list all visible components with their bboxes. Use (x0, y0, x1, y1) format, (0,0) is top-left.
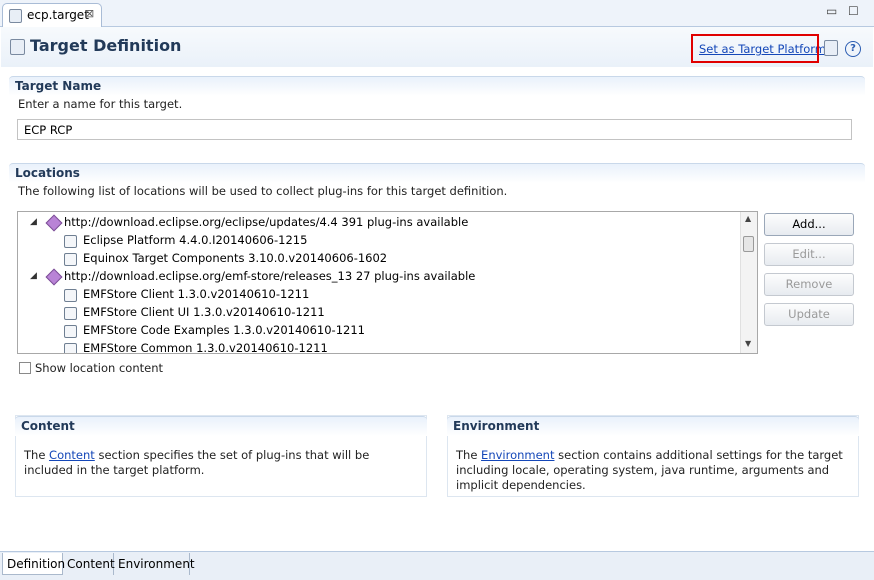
tree-row[interactable]: Equinox Target Components 3.10.0.v201406… (83, 249, 387, 267)
locations-tree[interactable]: ◢ http://download.eclipse.org/eclipse/up… (17, 211, 758, 354)
collapse-arrow-icon[interactable]: ◢ (30, 271, 37, 281)
update-button[interactable]: Update (764, 303, 854, 326)
locations-description: The following list of locations will be … (18, 184, 508, 198)
edit-button[interactable]: Edit... (764, 243, 854, 266)
target-name-section-heading: Target Name (9, 76, 865, 96)
plugin-icon (64, 253, 77, 266)
target-file-icon (9, 9, 22, 23)
plugin-icon (64, 289, 77, 302)
tree-row[interactable]: http://download.eclipse.org/emf-store/re… (64, 267, 475, 285)
tab-definition[interactable]: Definition (2, 553, 65, 575)
close-icon[interactable]: ⊠ (85, 7, 94, 20)
page-title: Target Definition (30, 36, 182, 55)
remove-button[interactable]: Remove (764, 273, 854, 296)
repository-icon (45, 214, 63, 232)
content-description: The Content section specifies the set of… (24, 448, 419, 478)
target-name-input[interactable] (17, 119, 852, 140)
tab-content[interactable]: Content (63, 553, 115, 575)
minimize-icon[interactable]: ▭ (826, 4, 837, 18)
content-link[interactable]: Content (49, 448, 95, 462)
add-button[interactable]: Add... (764, 213, 854, 236)
tree-row[interactable]: EMFStore Client 1.3.0.v20140610-1211 (83, 285, 309, 303)
collapse-arrow-icon[interactable]: ◢ (30, 217, 37, 227)
scrollbar-thumb[interactable] (743, 236, 754, 252)
repository-icon (45, 268, 63, 286)
editor-tab-label: ecp.target (27, 8, 89, 22)
content-section-heading: Content (15, 416, 427, 436)
scroll-down-arrow-icon[interactable]: ▼ (745, 339, 751, 348)
highlight-box (691, 34, 819, 63)
content-text-before: The (24, 448, 50, 462)
plugin-icon (64, 235, 77, 248)
show-location-content-label[interactable]: Show location content (35, 361, 163, 375)
target-platform-icon[interactable] (824, 40, 838, 56)
locations-section-heading: Locations (9, 163, 865, 183)
vertical-scrollbar[interactable]: ▲ ▼ (740, 212, 757, 353)
tree-row[interactable]: EMFStore Common 1.3.0.v20140610-1211 (83, 339, 328, 353)
environment-section-heading: Environment (447, 416, 859, 436)
help-icon[interactable]: ? (845, 41, 861, 57)
show-location-content-checkbox[interactable] (19, 362, 31, 374)
plugin-icon (64, 325, 77, 338)
scroll-up-arrow-icon[interactable]: ▲ (745, 214, 751, 223)
environment-description: The Environment section contains additio… (456, 448, 854, 493)
tree-row[interactable]: Eclipse Platform 4.4.0.I20140606-1215 (83, 231, 307, 249)
plugin-icon (64, 343, 77, 353)
plugin-icon (64, 307, 77, 320)
tab-environment[interactable]: Environment (114, 553, 195, 575)
maximize-icon[interactable]: ☐ (848, 4, 859, 18)
tree-row[interactable]: EMFStore Client UI 1.3.0.v20140610-1211 (83, 303, 325, 321)
editor-tab-ecp-target[interactable]: ecp.target ⊠ (2, 3, 102, 27)
tree-row[interactable]: EMFStore Code Examples 1.3.0.v20140610-1… (83, 321, 365, 339)
target-definition-icon (10, 39, 25, 55)
editor-tab-strip (0, 0, 874, 27)
environment-text-before: The (456, 448, 482, 462)
target-name-description: Enter a name for this target. (18, 97, 183, 111)
tree-row[interactable]: http://download.eclipse.org/eclipse/upda… (64, 213, 468, 231)
environment-link[interactable]: Environment (481, 448, 554, 462)
